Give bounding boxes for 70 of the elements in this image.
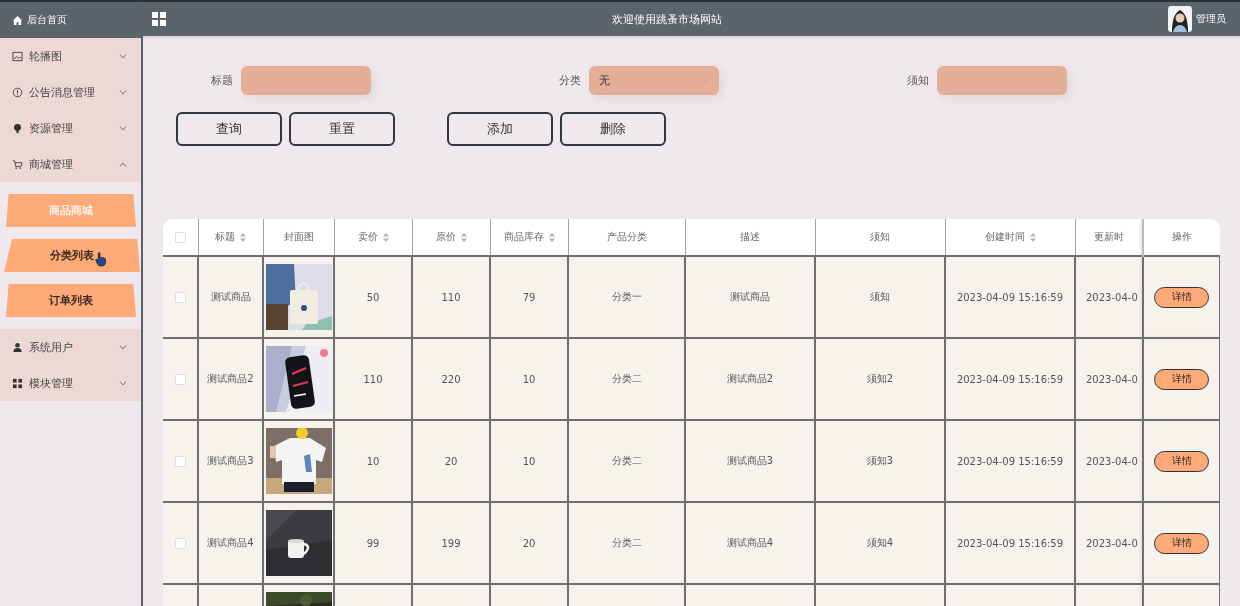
home-menu-item[interactable]: 后台首页 [0,2,141,38]
table-cell: 2023-04-09 15:16:59 [956,455,1064,467]
column-header: 标题 [215,231,235,242]
table-cell: 测试商品3 [726,455,774,466]
table-cell: 测试商品 [210,291,251,302]
column-header: 创建时间 [984,231,1025,242]
table-cell: 20 [444,455,458,467]
action-button[interactable]: 重置 [289,112,395,146]
menu-item[interactable]: 商城管理 [0,146,141,182]
column-header: 产品分类 [606,231,647,242]
column-header: 原价 [435,231,456,242]
column-header: 须知 [870,231,890,242]
detail-button[interactable]: 详情 [1154,450,1209,472]
menu-item[interactable]: 模块管理 [0,365,141,401]
table-cell: 10 [366,455,380,467]
filter-label: 须知 [907,73,929,88]
table-cell: 2023-04-09 15:16:59 [956,291,1064,303]
table-cell: 须知3 [866,455,894,466]
table-cell: 20 [522,537,536,549]
column-header: 更新时 [1093,231,1124,242]
menu-item[interactable]: 资源管理 [0,110,141,146]
table-cell: 2023-04-0 [1086,455,1138,467]
table-cell: 110 [441,291,461,303]
filter-label: 标题 [211,73,233,88]
table-cell: 99 [366,537,380,549]
action-button[interactable]: 删除 [560,112,666,146]
detail-button[interactable]: 详情 [1154,532,1209,554]
action-button[interactable]: 查询 [176,112,282,146]
table-cell: 2023-04-0 [1086,373,1138,385]
table-cell: 10 [522,373,536,385]
submenu-item[interactable]: 分类列表 [4,239,140,272]
table-cell: 测试商品3 [207,455,254,466]
menu-item[interactable]: 系统用户 [0,329,141,365]
table-cell: 2023-04-09 15:16:59 [956,537,1064,549]
table-cell: 测试商品4 [726,537,774,548]
table-cell: 须知2 [866,373,894,384]
menu-item[interactable]: 轮播图 [0,38,141,74]
table-cell: 220 [441,373,461,385]
column-header: 卖价 [357,231,378,242]
submenu-item[interactable]: 订单列表 [6,284,136,317]
column-header: 描述 [740,231,760,242]
table-cell: 2023-04-0 [1086,291,1138,303]
action-button[interactable]: 添加 [447,112,553,146]
table-cell: 50 [366,291,380,303]
menu-item[interactable]: 公告消息管理 [0,74,141,110]
table-cell: 分类二 [611,373,642,384]
table-cell: 分类二 [611,455,642,466]
table-cell: 测试商品2 [207,373,254,384]
table-cell: 79 [522,291,536,303]
table-cell: 2023-04-0 [1086,537,1138,549]
table-cell: 测试商品2 [726,373,774,384]
column-header: 商品库存 [503,231,544,242]
table-cell: 2023-04-09 15:16:59 [956,373,1064,385]
site-title: 欢迎使用跳蚤市场网站 [611,11,723,27]
table-cell: 10 [522,455,536,467]
column-header: 封面图 [283,231,314,242]
table-cell: 199 [441,537,461,549]
select-field[interactable]: 无 [589,66,719,95]
table-cell: 110 [363,373,383,385]
user-name: 管理员 [1196,12,1226,26]
table-cell: 须知4 [866,537,894,548]
table-cell: 测试商品 [730,291,770,302]
filter-label: 分类 [559,73,581,88]
detail-button[interactable]: 详情 [1154,368,1209,390]
table-cell: 测试商品4 [207,537,254,548]
table-cell: 分类二 [611,537,642,548]
table-cell: 分类一 [611,291,642,302]
table-cell: 须知 [870,291,890,302]
column-header: 操作 [1171,231,1192,242]
detail-button[interactable]: 详情 [1154,286,1209,308]
